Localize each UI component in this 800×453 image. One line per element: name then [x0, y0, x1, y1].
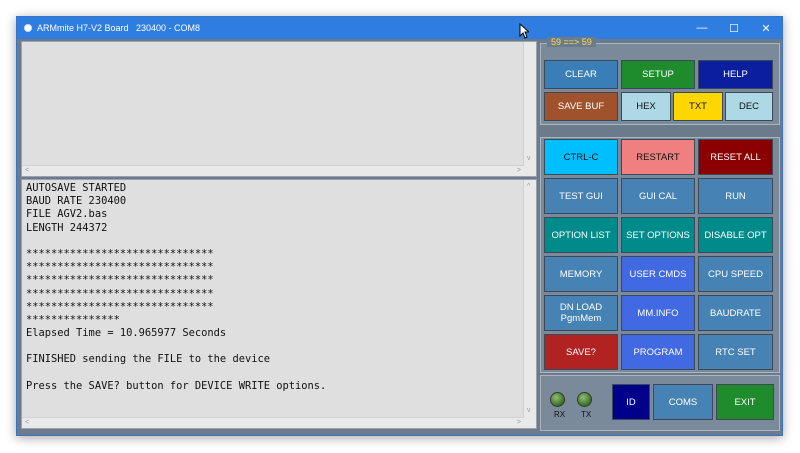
reset-all-button[interactable]: RESET ALL — [698, 139, 773, 175]
console-line: AUTOSAVE STARTED — [26, 182, 127, 194]
console-output: AUTOSAVE STARTED BAUD RATE 230400 FILE A… — [26, 182, 520, 393]
console-line: FILE AGV2.bas — [26, 208, 108, 221]
user-cmds-button[interactable]: USER CMDS — [621, 256, 695, 292]
restart-button[interactable]: RESTART — [621, 139, 695, 175]
exit-button[interactable]: EXIT — [716, 384, 774, 420]
rx-label: RX — [554, 410, 566, 419]
buffer-counter: 59 ==> 59 — [547, 37, 596, 47]
gui-cal-button[interactable]: GUI CAL — [621, 178, 695, 214]
set-options-button[interactable]: SET OPTIONS — [621, 217, 695, 253]
program-button[interactable]: PROGRAM — [621, 334, 695, 370]
horizontal-scrollbar[interactable]: < > — [22, 165, 524, 176]
dn-load-sublabel: PgmMem — [560, 313, 602, 324]
scroll-left-arrow-icon[interactable]: < — [25, 166, 29, 176]
dn-load-button[interactable]: DN LOAD PgmMem — [544, 295, 618, 331]
cpu-speed-button[interactable]: CPU SPEED — [698, 256, 773, 292]
vertical-scrollbar[interactable]: v — [523, 42, 536, 176]
app-window: ARMmite H7-V2 Board 230400 - COM8 — ☐ ✕ … — [16, 16, 783, 436]
console-line: LENGTH 244372 — [26, 221, 108, 234]
mm-info-button[interactable]: MM.INFO — [621, 295, 695, 331]
minimize-button[interactable]: — — [686, 17, 718, 39]
help-button[interactable]: HELP — [698, 60, 773, 89]
save-buf-button[interactable]: SAVE BUF — [544, 92, 618, 121]
test-gui-button[interactable]: TEST GUI — [544, 178, 618, 214]
input-pane[interactable]: v < > — [21, 41, 537, 177]
console-line: Press the SAVE? button for DEVICE WRITE … — [26, 379, 327, 392]
id-button[interactable]: ID — [612, 384, 650, 420]
scroll-right-arrow-icon[interactable]: > — [517, 418, 521, 428]
rtc-set-button[interactable]: RTC SET — [698, 334, 773, 370]
txt-button[interactable]: TXT — [673, 92, 723, 121]
baudrate-button[interactable]: BAUDRATE — [698, 295, 773, 331]
scroll-up-arrow-icon[interactable]: ^ — [527, 182, 530, 192]
dn-load-label: DN LOAD — [559, 302, 603, 313]
scroll-down-arrow-icon[interactable]: v — [527, 406, 531, 416]
console-line: Elapsed Time = 10.965977 Seconds — [26, 327, 227, 340]
console-pane[interactable]: AUTOSAVE STARTED BAUD RATE 230400 FILE A… — [21, 179, 537, 429]
run-button[interactable]: RUN — [698, 178, 773, 214]
title-bar[interactable]: ARMmite H7-V2 Board 230400 - COM8 — ☐ ✕ — [17, 17, 782, 39]
clear-button[interactable]: CLEAR — [544, 60, 618, 89]
coms-button[interactable]: COMS — [653, 384, 713, 420]
console-line: ****************************** — [26, 287, 214, 300]
tx-led-icon — [577, 392, 592, 407]
vertical-scrollbar[interactable]: ^ v — [523, 180, 536, 428]
console-line: FINISHED sending the FILE to the device — [26, 353, 270, 366]
setup-button[interactable]: SETUP — [621, 60, 695, 89]
scroll-right-arrow-icon[interactable]: > — [517, 166, 521, 176]
scroll-down-arrow-icon[interactable]: v — [527, 154, 531, 164]
console-line: BAUD RATE 230400 — [26, 195, 127, 208]
console-line: ****************************** — [26, 300, 214, 313]
console-line: ****************************** — [26, 274, 214, 287]
close-button[interactable]: ✕ — [750, 17, 782, 39]
console-line: ****************************** — [26, 247, 214, 260]
hex-button[interactable]: HEX — [621, 92, 671, 121]
console-line: ****************************** — [26, 261, 214, 274]
option-list-button[interactable]: OPTION LIST — [544, 217, 618, 253]
tx-label: TX — [581, 410, 592, 419]
maximize-button[interactable]: ☐ — [718, 17, 750, 39]
disable-opt-button[interactable]: DISABLE OPT — [698, 217, 773, 253]
ctrl-c-button[interactable]: CTRL-C — [544, 139, 618, 175]
dec-button[interactable]: DEC — [725, 92, 773, 121]
rx-led-icon — [550, 392, 565, 407]
scroll-left-arrow-icon[interactable]: < — [25, 418, 29, 428]
console-line: *************** — [26, 313, 120, 326]
mouse-cursor-icon — [519, 23, 529, 39]
window-title: ARMmite H7-V2 Board 230400 - COM8 — [37, 23, 201, 33]
save-q-button[interactable]: SAVE? — [544, 334, 618, 370]
app-icon — [24, 24, 32, 32]
horizontal-scrollbar[interactable]: < > — [22, 417, 524, 428]
memory-button[interactable]: MEMORY — [544, 256, 618, 292]
